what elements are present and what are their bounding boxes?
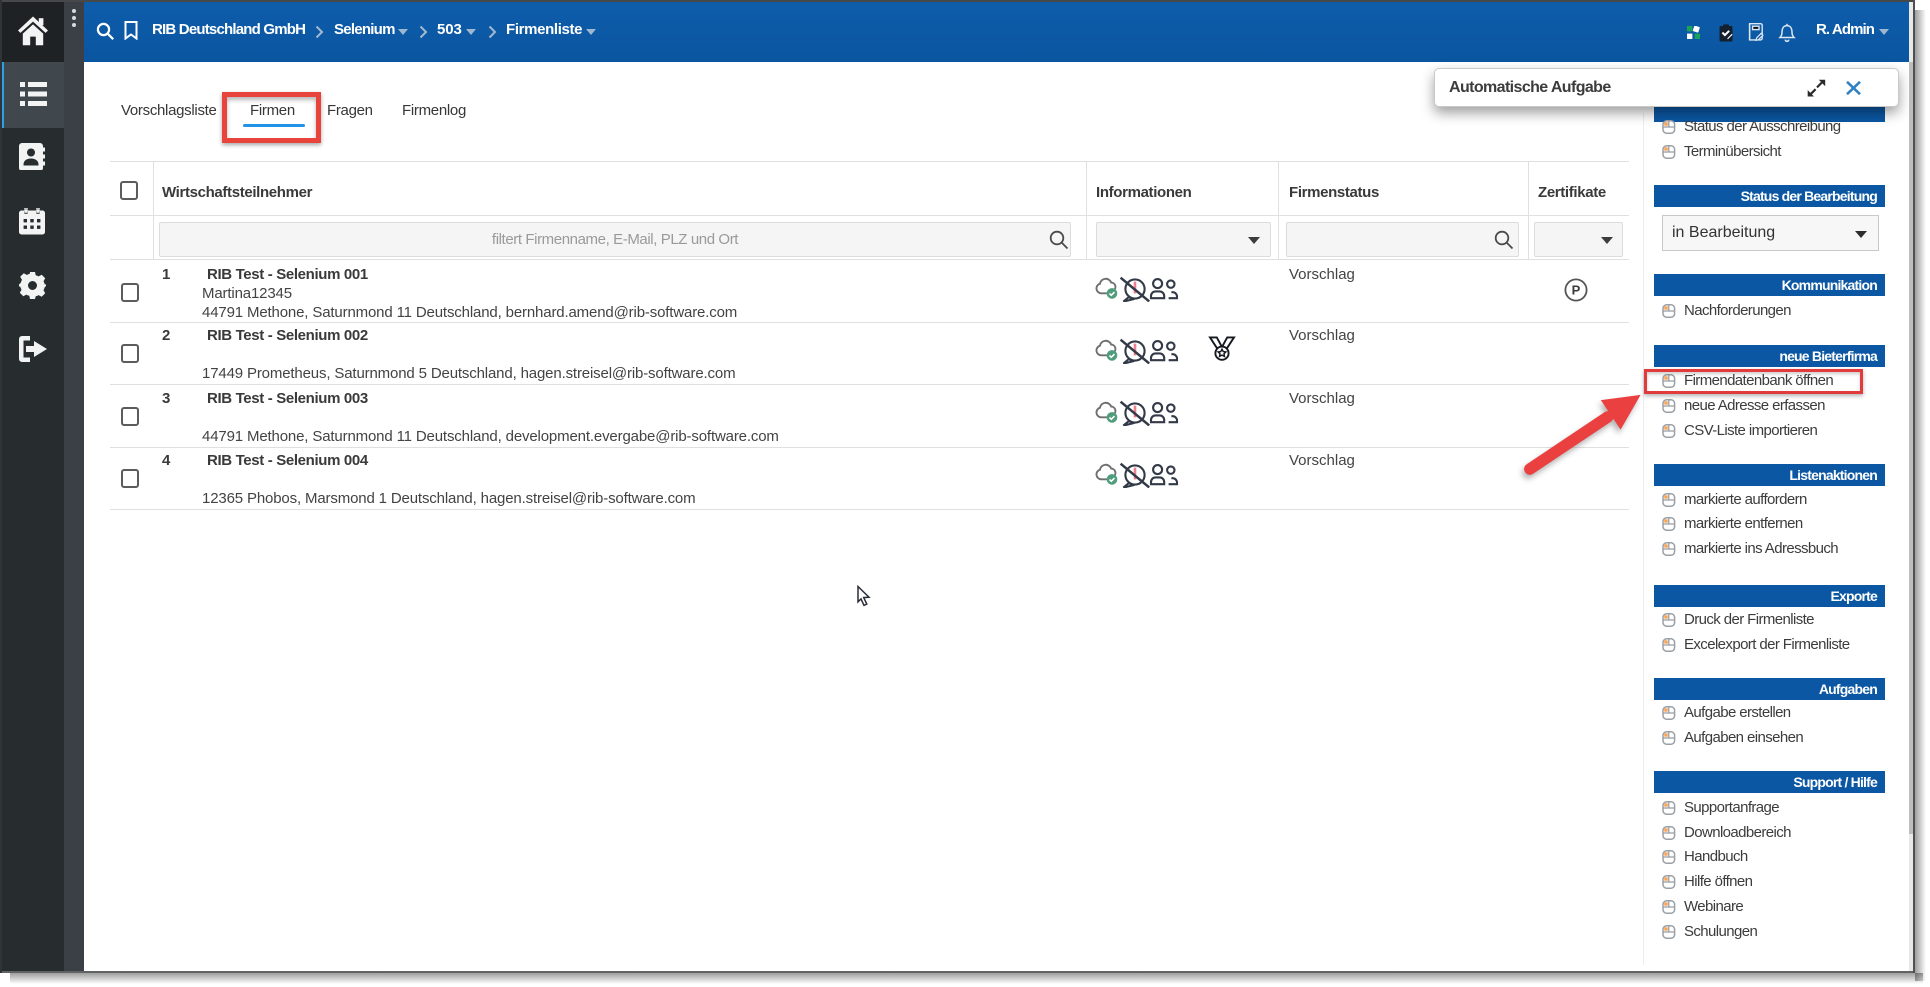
svg-text:P: P	[1572, 283, 1581, 298]
